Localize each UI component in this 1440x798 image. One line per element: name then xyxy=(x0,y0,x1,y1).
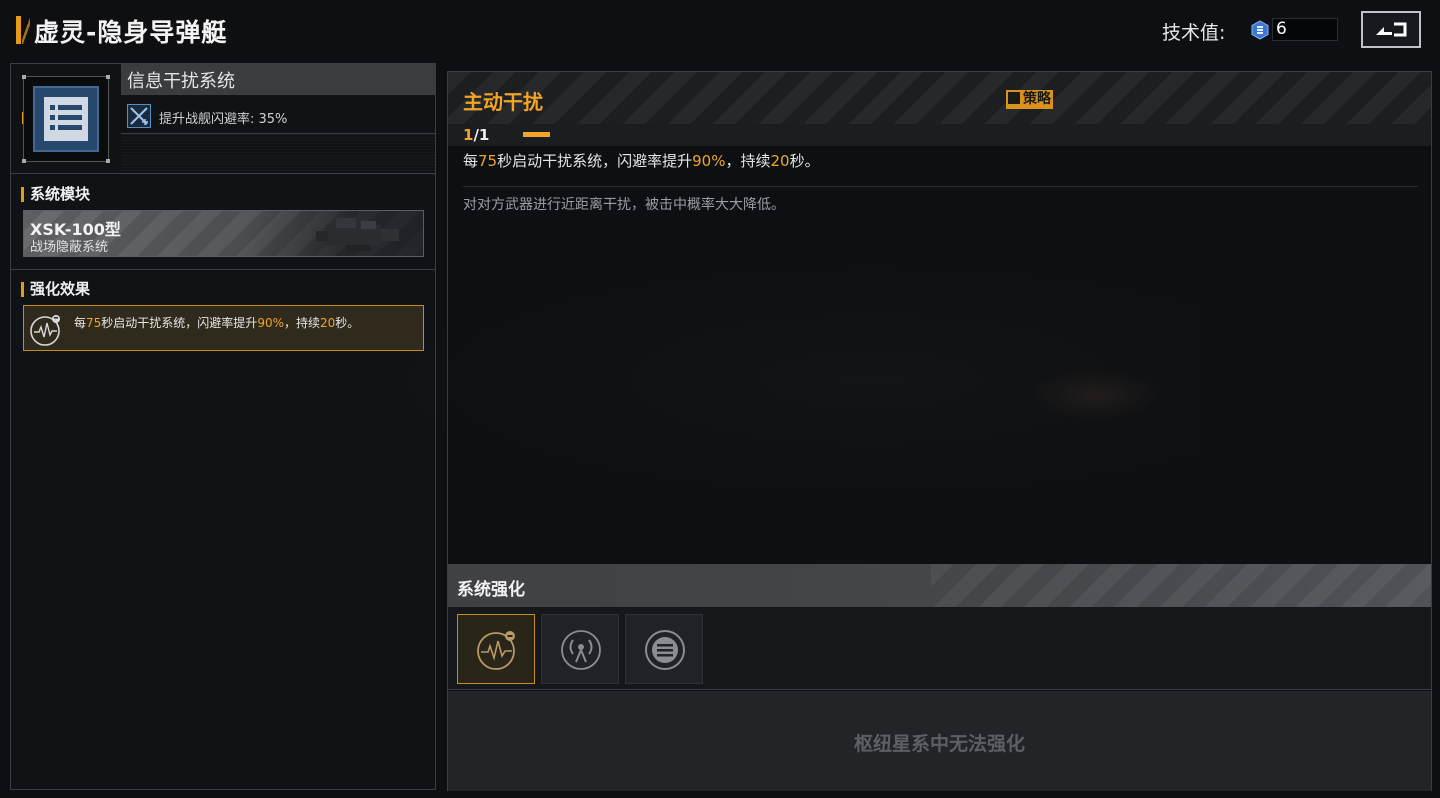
strategy-tag: 策略 xyxy=(1006,90,1053,109)
tech-value-box: 6 xyxy=(1272,18,1338,41)
module-info-stripes xyxy=(121,134,435,174)
strategy-icon xyxy=(1008,92,1020,104)
skill-level-row: 1/1 xyxy=(448,124,1431,146)
enhance-effect-card[interactable]: 每75秒启动干扰系统，闪避率提升90%，持续20秒。 xyxy=(23,305,424,351)
page-title: 虚灵-隐身导弹艇 xyxy=(34,18,228,47)
skill-name: 主动干扰 xyxy=(463,90,543,114)
back-button[interactable] xyxy=(1361,11,1421,48)
enhance-slot-heartbeat[interactable] xyxy=(457,614,535,684)
enhance-effect-text: 每75秒启动干扰系统，闪避率提升90%，持续20秒。 xyxy=(74,316,360,330)
skill-header: 主动干扰 策略 xyxy=(448,72,1431,124)
system-module-card[interactable]: XSK-100型 战场隐蔽系统 xyxy=(23,210,424,257)
module-name-bar: 信息干扰系统 xyxy=(121,64,435,95)
module-info-panel: 信息干扰系统 提升战舰闪避率: 35% 系统模块 XSK-100型 战场隐蔽系统 xyxy=(10,63,436,790)
module-summary: 信息干扰系统 提升战舰闪避率: 35% xyxy=(11,64,435,174)
back-arrow-icon xyxy=(1376,22,1407,37)
system-enhance-header: 系统强化 xyxy=(448,564,1431,607)
top-bar: 虚灵-隐身导弹艇 技术值: 6 xyxy=(0,0,1440,60)
evasion-icon xyxy=(127,104,151,128)
module-name: 信息干扰系统 xyxy=(127,71,235,92)
title-accent-slash xyxy=(22,18,30,44)
module-stat-text: 提升战舰闪避率: 35% xyxy=(159,112,288,127)
heartbeat-signal-icon xyxy=(477,631,515,670)
skill-level-bar xyxy=(523,132,550,137)
menu-circle-icon xyxy=(645,630,685,670)
description-divider xyxy=(463,186,1418,187)
enhance-slot-menu[interactable] xyxy=(625,614,703,684)
left-divider xyxy=(11,269,435,270)
system-enhance-heading: 系统强化 xyxy=(457,580,525,600)
skill-level: 1/1 xyxy=(463,126,490,144)
system-module-desc: 战场隐蔽系统 xyxy=(30,240,109,255)
module-stat: 提升战舰闪避率: 35% xyxy=(121,98,435,134)
system-module-heading: 系统模块 xyxy=(21,187,90,202)
skill-flavor-text: 对对方武器进行近距离干扰，被击中概率大大降低。 xyxy=(463,197,785,213)
enhance-locked-area: 枢纽星系中无法强化 xyxy=(448,691,1431,791)
title-accent-bar xyxy=(16,16,21,44)
enhance-slots xyxy=(448,607,1431,690)
list-document-icon xyxy=(33,86,99,152)
tech-value: 6 xyxy=(1276,19,1287,39)
heartbeat-signal-icon xyxy=(29,313,63,347)
broadcast-tower-icon xyxy=(561,630,601,670)
enhance-effect-heading: 强化效果 xyxy=(21,282,90,297)
skill-detail-panel: 主动干扰 策略 1/1 每75秒启动干扰系统，闪避率提升90%，持续20秒。 对… xyxy=(447,71,1432,791)
enhance-slot-broadcast[interactable] xyxy=(541,614,619,684)
enhance-locked-text: 枢纽星系中无法强化 xyxy=(853,733,1025,755)
tech-label: 技术值: xyxy=(1162,22,1226,44)
tech-points-icon xyxy=(1250,20,1270,40)
skill-description: 每75秒启动干扰系统，闪避率提升90%，持续20秒。 xyxy=(463,152,820,170)
ship-silhouette-icon xyxy=(316,218,399,251)
module-icon-frame[interactable] xyxy=(22,75,110,163)
